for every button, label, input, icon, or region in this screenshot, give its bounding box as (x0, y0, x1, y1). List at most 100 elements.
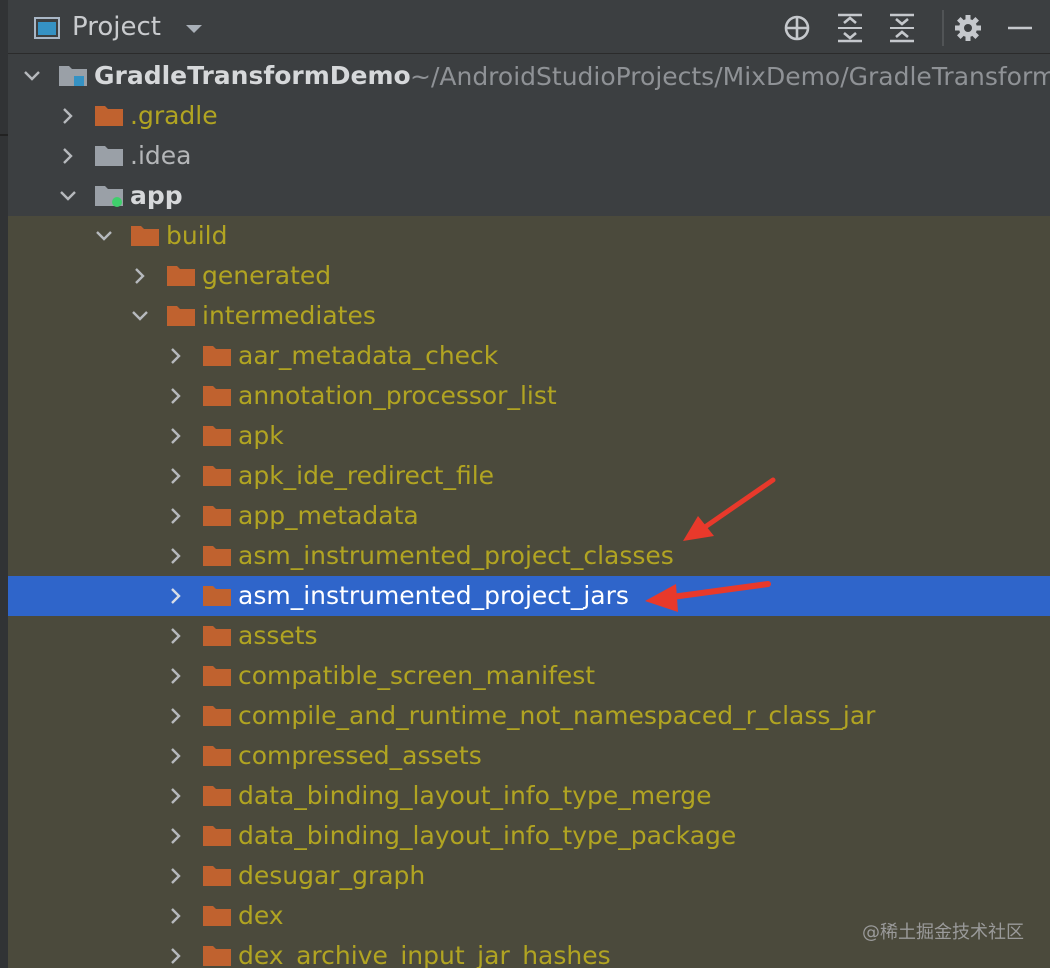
chevron-right-icon[interactable] (166, 546, 186, 566)
tree-item-label: apk (238, 421, 284, 450)
chevron-right-icon[interactable] (166, 866, 186, 886)
tree-item[interactable]: build (8, 216, 1050, 256)
tree-item[interactable]: assets (8, 616, 1050, 656)
chevron-right-icon[interactable] (166, 746, 186, 766)
tree-item-label: .idea (130, 141, 192, 170)
tree-item-label: apk_ide_redirect_file (238, 461, 495, 490)
project-tree: GradleTransformDemo ~/AndroidStudioProje… (8, 56, 1050, 968)
tree-item[interactable]: app_metadata (8, 496, 1050, 536)
chevron-down-icon[interactable] (130, 306, 150, 326)
tree-item-label: .gradle (130, 101, 218, 130)
tree-item[interactable]: data_binding_layout_info_type_merge (8, 776, 1050, 816)
chevron-right-icon[interactable] (166, 346, 186, 366)
tree-item[interactable]: data_binding_layout_info_type_package (8, 816, 1050, 856)
tree-item[interactable]: .idea (8, 136, 1050, 176)
root-project-name: GradleTransformDemo (94, 61, 411, 90)
folder-icon (203, 466, 231, 486)
chevron-right-icon[interactable] (166, 906, 186, 926)
tree-item-label: dex_archive_input_jar_hashes (238, 941, 611, 968)
expand-all-icon[interactable] (833, 11, 867, 45)
chevron-down-icon[interactable] (22, 66, 42, 86)
tree-item-label: compressed_assets (238, 741, 482, 770)
folder-icon (203, 746, 231, 766)
tree-item-label: asm_instrumented_project_jars (238, 581, 629, 610)
tree-item[interactable]: apk_ide_redirect_file (8, 456, 1050, 496)
watermark: @稀土掘金技术社区 (862, 922, 1024, 943)
tree-item-label: dex (238, 901, 284, 930)
chevron-right-icon[interactable] (166, 826, 186, 846)
folder-icon (203, 546, 231, 566)
gear-icon[interactable] (951, 11, 985, 45)
tree-item-label: annotation_processor_list (238, 381, 557, 410)
chevron-right-icon[interactable] (130, 266, 150, 286)
tree-item[interactable]: asm_instrumented_project_classes (8, 536, 1050, 576)
folder-icon (203, 786, 231, 806)
folder-icon (203, 906, 231, 926)
locate-target-icon[interactable] (780, 11, 814, 45)
folder-icon (167, 306, 195, 326)
chevron-right-icon[interactable] (58, 106, 78, 126)
chevron-right-icon[interactable] (166, 626, 186, 646)
tree-item-label: data_binding_layout_info_type_merge (238, 781, 712, 810)
chevron-right-icon[interactable] (166, 426, 186, 446)
tree-item-label: compile_and_runtime_not_namespaced_r_cla… (238, 701, 876, 730)
chevron-down-icon[interactable] (58, 186, 78, 206)
folder-icon (203, 666, 231, 686)
folder-icon (203, 426, 231, 446)
folder-icon (203, 346, 231, 366)
project-view-icon (34, 17, 60, 39)
chevron-right-icon[interactable] (58, 146, 78, 166)
tree-item-selected[interactable]: asm_instrumented_project_jars (8, 576, 1050, 616)
hide-panel-icon[interactable] (1003, 11, 1037, 45)
tree-item[interactable]: generated (8, 256, 1050, 296)
tree-item-label: generated (202, 261, 332, 290)
module-folder-icon (59, 66, 87, 86)
tree-item-label: app (130, 181, 183, 210)
folder-icon (203, 866, 231, 886)
left-tool-strip (0, 0, 8, 968)
tree-item[interactable]: compile_and_runtime_not_namespaced_r_cla… (8, 696, 1050, 736)
folder-icon (95, 106, 123, 126)
toolbar-separator (942, 10, 944, 46)
tree-item[interactable]: apk (8, 416, 1050, 456)
folder-icon (203, 586, 231, 606)
tree-item-label: build (166, 221, 228, 250)
tree-item[interactable]: compatible_screen_manifest (8, 656, 1050, 696)
tree-item-label: desugar_graph (238, 861, 426, 890)
chevron-down-icon[interactable] (94, 226, 114, 246)
panel-title[interactable]: Project (72, 12, 161, 42)
folder-icon (203, 506, 231, 526)
tree-item[interactable]: compressed_assets (8, 736, 1050, 776)
tree-item[interactable]: .gradle (8, 96, 1050, 136)
chevron-right-icon[interactable] (166, 466, 186, 486)
chevron-down-icon[interactable] (184, 22, 204, 36)
chevron-right-icon[interactable] (166, 666, 186, 686)
tree-root-row[interactable]: GradleTransformDemo ~/AndroidStudioProje… (8, 56, 1050, 96)
collapse-all-icon[interactable] (885, 11, 919, 45)
tree-item[interactable]: desugar_graph (8, 856, 1050, 896)
tree-item[interactable]: intermediates (8, 296, 1050, 336)
chevron-right-icon[interactable] (166, 586, 186, 606)
tree-item-label: aar_metadata_check (238, 341, 499, 370)
tree-item-label: assets (238, 621, 318, 650)
folder-icon (203, 826, 231, 846)
folder-icon (131, 226, 159, 246)
tree-item[interactable]: aar_metadata_check (8, 336, 1050, 376)
tree-item-label: intermediates (202, 301, 376, 330)
chevron-right-icon[interactable] (166, 946, 186, 966)
tree-item-label: compatible_screen_manifest (238, 661, 596, 690)
strip-mark (0, 134, 8, 136)
tree-item[interactable]: annotation_processor_list (8, 376, 1050, 416)
chevron-right-icon[interactable] (166, 386, 186, 406)
chevron-right-icon[interactable] (166, 506, 186, 526)
folder-icon (95, 146, 123, 166)
folder-icon (203, 946, 231, 966)
tree-item-label: asm_instrumented_project_classes (238, 541, 674, 570)
folder-icon (203, 626, 231, 646)
chevron-right-icon[interactable] (166, 786, 186, 806)
folder-icon (203, 386, 231, 406)
chevron-right-icon[interactable] (166, 706, 186, 726)
tree-item[interactable]: app (8, 176, 1050, 216)
module-folder-icon (95, 186, 123, 207)
root-project-path: ~/AndroidStudioProjects/MixDemo/GradleTr… (410, 62, 1050, 91)
